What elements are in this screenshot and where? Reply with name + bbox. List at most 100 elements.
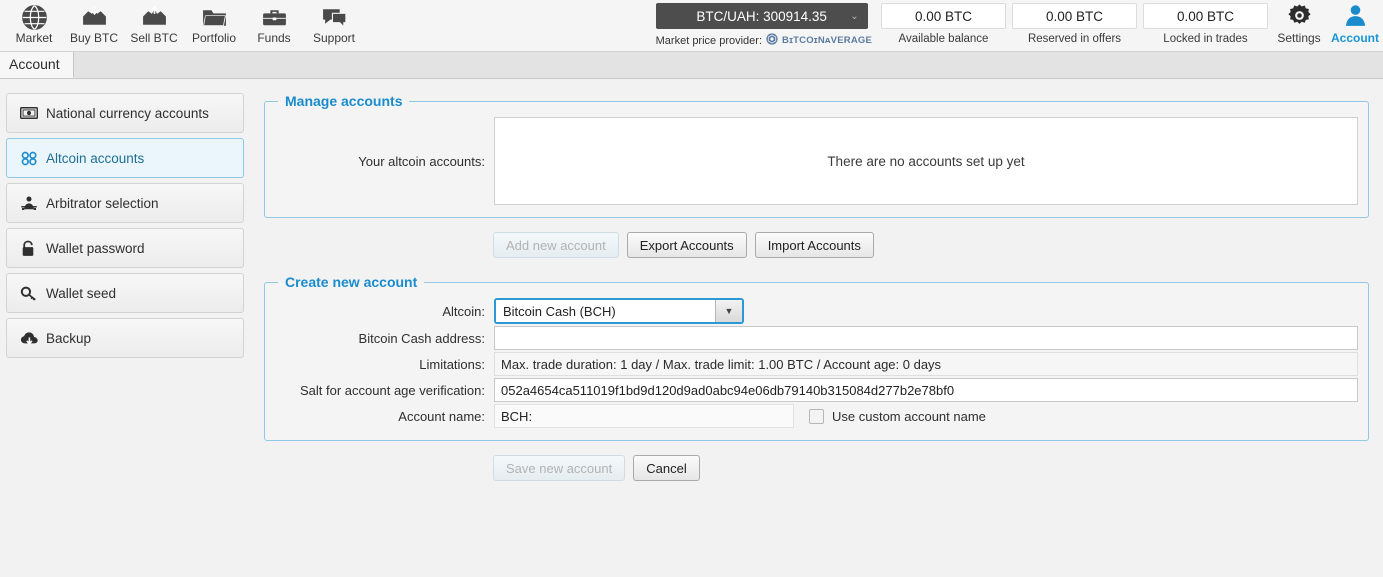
use-custom-account-name-label: Use custom account name bbox=[832, 408, 986, 424]
tab-bar: Account bbox=[0, 51, 1383, 79]
app-header: Market Buy BTC Sell BTC Portfolio Funds bbox=[0, 0, 1383, 52]
altcoin-accounts-list[interactable]: There are no accounts set up yet bbox=[494, 117, 1358, 205]
nav-item-account[interactable]: Account bbox=[1327, 0, 1383, 45]
account-name-row: Account name: BCH: Use custom account na… bbox=[275, 404, 1358, 428]
nav-item-support[interactable]: Support bbox=[304, 0, 364, 45]
manage-accounts-panel: Manage accounts Your altcoin accounts: T… bbox=[264, 93, 1369, 218]
altcoin-row: Altcoin: Bitcoin Cash (BCH) ▼ bbox=[275, 298, 1358, 324]
limitations-row: Limitations: Max. trade duration: 1 day … bbox=[275, 352, 1358, 376]
salt-input[interactable]: 052a4654ca511019f1bd9d120d9ad0abc94e06db… bbox=[494, 378, 1358, 402]
create-account-title: Create new account bbox=[285, 274, 418, 290]
account-name-label: Account name: bbox=[398, 408, 485, 424]
nav-item-portfolio[interactable]: Portfolio bbox=[184, 0, 244, 45]
arbitrator-icon bbox=[20, 195, 46, 211]
limitations-value: Max. trade duration: 1 day / Max. trade … bbox=[494, 352, 1358, 376]
primary-nav: Market Buy BTC Sell BTC Portfolio Funds bbox=[0, 0, 364, 45]
empty-list-message: There are no accounts set up yet bbox=[827, 153, 1025, 169]
market-price-provider: Market price provider: BɪTCOɪNᴀVERAGE bbox=[656, 33, 872, 48]
sidebar: National currency accounts Altcoin accou… bbox=[0, 79, 250, 577]
bitcoinaverage-icon bbox=[766, 33, 778, 48]
sidebar-item-label: National currency accounts bbox=[46, 105, 209, 121]
nav-label: Market bbox=[15, 31, 53, 45]
balance-locked: 0.00 BTC Locked in trades bbox=[1140, 0, 1271, 45]
gear-icon bbox=[1271, 3, 1327, 30]
account-label: Account bbox=[1331, 31, 1379, 45]
sell-btc-icon bbox=[124, 3, 184, 30]
settings-label: Settings bbox=[1277, 31, 1321, 45]
manage-accounts-buttons: Add new account Export Accounts Import A… bbox=[493, 232, 1369, 258]
user-icon bbox=[1327, 3, 1383, 30]
manage-accounts-title: Manage accounts bbox=[285, 93, 403, 109]
content-area: National currency accounts Altcoin accou… bbox=[0, 79, 1383, 577]
chat-icon bbox=[304, 3, 364, 30]
nav-item-market[interactable]: Market bbox=[4, 0, 64, 45]
balance-reserved: 0.00 BTC Reserved in offers bbox=[1009, 0, 1140, 45]
nav-item-funds[interactable]: Funds bbox=[244, 0, 304, 45]
sidebar-item-arbitrator-selection[interactable]: Arbitrator selection bbox=[6, 183, 244, 223]
balance-label: Locked in trades bbox=[1163, 33, 1248, 45]
briefcase-icon bbox=[244, 3, 304, 30]
nav-item-buy-btc[interactable]: Buy BTC bbox=[64, 0, 124, 45]
lock-icon bbox=[20, 240, 46, 257]
chain-link-icon bbox=[20, 151, 46, 166]
checkbox-icon[interactable] bbox=[809, 408, 824, 424]
use-custom-account-name-toggle[interactable]: Use custom account name bbox=[809, 408, 986, 424]
address-label: Bitcoin Cash address: bbox=[358, 330, 485, 346]
nav-label: Buy BTC bbox=[69, 31, 118, 45]
sidebar-item-wallet-seed[interactable]: Wallet seed bbox=[6, 273, 244, 313]
create-account-panel: Create new account Altcoin: Bitcoin Cash… bbox=[264, 274, 1369, 441]
nav-label: Sell BTC bbox=[130, 31, 178, 45]
create-account-buttons: Save new account Cancel bbox=[493, 455, 1369, 481]
export-accounts-button[interactable]: Export Accounts bbox=[626, 232, 747, 258]
key-icon bbox=[20, 285, 46, 301]
altcoin-label: Altcoin: bbox=[442, 303, 485, 319]
add-new-account-button[interactable]: Add new account bbox=[493, 232, 619, 258]
tab-label: Account bbox=[9, 56, 60, 72]
cloud-download-icon bbox=[20, 331, 46, 346]
header-right-group: BTC/UAH: 300914.35 ⌄ Market price provid… bbox=[655, 0, 1383, 52]
globe-icon bbox=[4, 3, 64, 30]
limitations-label: Limitations: bbox=[419, 356, 485, 372]
balance-label: Available balance bbox=[898, 33, 989, 45]
nav-label: Funds bbox=[257, 31, 291, 45]
sidebar-item-wallet-password[interactable]: Wallet password bbox=[6, 228, 244, 268]
price-ticker-dropdown[interactable]: BTC/UAH: 300914.35 ⌄ bbox=[655, 3, 868, 29]
market-price-group: BTC/UAH: 300914.35 ⌄ Market price provid… bbox=[655, 0, 878, 48]
banknote-icon bbox=[20, 106, 46, 120]
altcoin-accounts-list-label: Your altcoin accounts: bbox=[358, 153, 485, 169]
chevron-down-icon: ⌄ bbox=[850, 10, 859, 22]
altcoin-select[interactable]: Bitcoin Cash (BCH) ▼ bbox=[494, 298, 744, 324]
nav-item-sell-btc[interactable]: Sell BTC bbox=[124, 0, 184, 45]
address-row: Bitcoin Cash address: bbox=[275, 326, 1358, 350]
nav-item-settings[interactable]: Settings bbox=[1271, 0, 1327, 45]
main-panel: Manage accounts Your altcoin accounts: T… bbox=[250, 79, 1383, 577]
chevron-down-icon[interactable]: ▼ bbox=[715, 300, 742, 322]
balance-value: 0.00 BTC bbox=[1012, 3, 1137, 29]
import-accounts-button[interactable]: Import Accounts bbox=[754, 232, 874, 258]
sidebar-item-label: Wallet password bbox=[46, 240, 145, 256]
folder-icon bbox=[184, 3, 244, 30]
sidebar-item-label: Wallet seed bbox=[46, 285, 117, 301]
sidebar-item-altcoin-accounts[interactable]: Altcoin accounts bbox=[6, 138, 244, 178]
sidebar-item-label: Altcoin accounts bbox=[46, 150, 145, 166]
nav-label: Portfolio bbox=[191, 31, 237, 45]
sidebar-item-label: Arbitrator selection bbox=[46, 195, 159, 211]
address-input[interactable] bbox=[494, 326, 1358, 350]
balance-label: Reserved in offers bbox=[1027, 33, 1122, 45]
salt-label: Salt for account age verification: bbox=[300, 382, 485, 398]
price-ticker-label: BTC/UAH: 300914.35 bbox=[696, 8, 827, 24]
save-new-account-button[interactable]: Save new account bbox=[493, 455, 626, 481]
tab-account[interactable]: Account bbox=[0, 51, 74, 78]
cancel-button[interactable]: Cancel bbox=[633, 455, 700, 481]
sidebar-item-backup[interactable]: Backup bbox=[6, 318, 244, 358]
sidebar-item-national-currency-accounts[interactable]: National currency accounts bbox=[6, 93, 244, 133]
balance-available: 0.00 BTC Available balance bbox=[878, 0, 1009, 45]
nav-label: Support bbox=[312, 31, 356, 45]
account-name-input[interactable]: BCH: bbox=[494, 404, 794, 428]
altcoin-accounts-row: Your altcoin accounts: There are no acco… bbox=[275, 117, 1358, 205]
balance-value: 0.00 BTC bbox=[881, 3, 1006, 29]
balance-value: 0.00 BTC bbox=[1143, 3, 1268, 29]
market-price-provider-label: Market price provider: bbox=[655, 34, 763, 47]
sidebar-item-label: Backup bbox=[46, 330, 92, 346]
